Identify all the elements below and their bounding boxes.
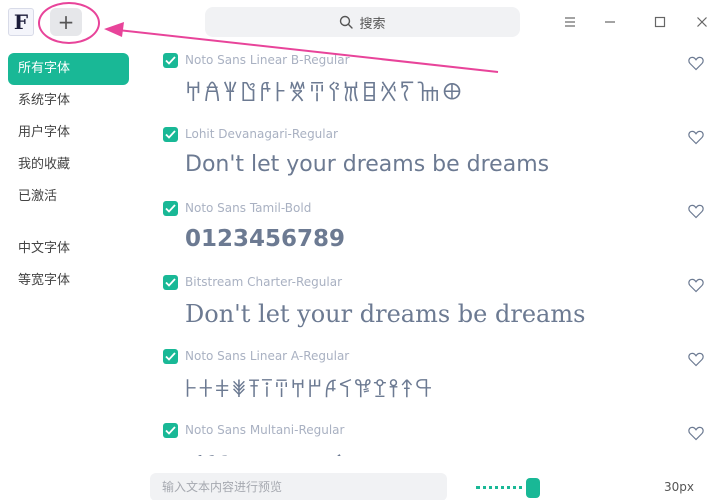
heart-icon[interactable] xyxy=(688,352,704,368)
heart-icon[interactable] xyxy=(688,130,704,146)
heart-icon[interactable] xyxy=(688,278,704,294)
hamburger-menu-icon[interactable] xyxy=(560,12,580,32)
list-item[interactable]: Noto Sans Linear A-Regular 𐘀𐘁𐘂𐘃𐘄𐘅𐘆𐘇𐘈𐘉𐘊𐘋𐘌… xyxy=(140,346,724,420)
font-preview: Don't let your dreams be dreams xyxy=(185,152,550,177)
font-list: Noto Sans Linear B-Regular 𐀀𐀁𐀂𐀃𐀄𐀅𐀆𐀇𐀈𐀉𐀊𐀋𐀍… xyxy=(140,44,724,456)
font-preview: 𐀀𐀁𐀂𐀃𐀄𐀅𐀆𐀇𐀈𐀉𐀊𐀋𐀍𐀎𐀏 xyxy=(185,79,464,107)
preview-text-input[interactable] xyxy=(150,473,447,500)
font-preview: Don't let your dreams be dreams xyxy=(185,300,586,328)
list-item[interactable]: Lohit Devanagari-Regular Don't let your … xyxy=(140,124,724,198)
checkbox-checked-icon[interactable] xyxy=(163,201,178,216)
search-input[interactable]: 搜索 xyxy=(205,7,520,37)
sidebar-item-favorites[interactable]: 我的收藏 xyxy=(8,149,129,181)
search-icon xyxy=(340,15,354,29)
list-item[interactable]: Bitstream Charter-Regular Don't let your… xyxy=(140,272,724,346)
list-item[interactable]: Noto Sans Tamil-Bold 0123456789 xyxy=(140,198,724,272)
list-item[interactable]: Noto Sans Multani-Regular 𑊀𑊁𑊂𑊃𑊄𑊅𑊆𑊈𑊊𑊋𑊌𑊍 xyxy=(140,420,724,456)
app-logo-icon: F xyxy=(8,8,34,36)
sidebar-item-monospace-fonts[interactable]: 等宽字体 xyxy=(8,265,129,297)
close-icon[interactable] xyxy=(692,12,712,32)
bottom-bar: 30px xyxy=(0,456,724,500)
title-bar: F + 搜索 xyxy=(0,0,724,44)
font-name: Noto Sans Linear B-Regular xyxy=(185,53,350,67)
font-preview: 0123456789 xyxy=(185,226,346,252)
search-placeholder: 搜索 xyxy=(359,16,386,32)
font-preview: 𐘀𐘁𐘂𐘃𐘄𐘅𐘆𐘇𐘈𐘉𐘊𐘋𐘌𐘍𐘎𐘏 xyxy=(185,378,435,403)
font-size-slider[interactable] xyxy=(476,478,550,498)
heart-icon[interactable] xyxy=(688,56,704,72)
checkbox-checked-icon[interactable] xyxy=(163,423,178,438)
font-name: Bitstream Charter-Regular xyxy=(185,275,343,289)
font-preview: 𑊀𑊁𑊂𑊃𑊄𑊅𑊆𑊈𑊊𑊋𑊌𑊍 xyxy=(185,448,390,456)
slider-handle[interactable] xyxy=(526,478,540,498)
sidebar-item-all-fonts[interactable]: 所有字体 xyxy=(8,53,129,85)
checkbox-checked-icon[interactable] xyxy=(163,53,178,68)
maximize-icon[interactable] xyxy=(650,12,670,32)
font-name: Noto Sans Tamil-Bold xyxy=(185,201,312,215)
font-manager-window: F + 搜索 所有字体 系统字体 用户字体 我的收藏 已激活 中文字体 等宽字体… xyxy=(0,0,724,500)
heart-icon[interactable] xyxy=(688,204,704,220)
sidebar-item-chinese-fonts[interactable]: 中文字体 xyxy=(8,233,129,265)
slider-track xyxy=(476,486,530,489)
list-item[interactable]: Noto Sans Linear B-Regular 𐀀𐀁𐀂𐀃𐀄𐀅𐀆𐀇𐀈𐀉𐀊𐀋𐀍… xyxy=(140,50,724,124)
font-size-label: 30px xyxy=(664,480,694,494)
sidebar: 所有字体 系统字体 用户字体 我的收藏 已激活 中文字体 等宽字体 xyxy=(0,44,140,500)
sidebar-item-user-fonts[interactable]: 用户字体 xyxy=(8,117,129,149)
sidebar-item-activated[interactable]: 已激活 xyxy=(8,181,129,213)
minimize-icon[interactable] xyxy=(600,12,620,32)
font-name: Noto Sans Multani-Regular xyxy=(185,423,345,437)
heart-icon[interactable] xyxy=(688,426,704,442)
font-name: Lohit Devanagari-Regular xyxy=(185,127,338,141)
annotation-highlight-ring xyxy=(38,2,100,44)
font-name: Noto Sans Linear A-Regular xyxy=(185,349,350,363)
checkbox-checked-icon[interactable] xyxy=(163,275,178,290)
checkbox-checked-icon[interactable] xyxy=(163,127,178,142)
checkbox-checked-icon[interactable] xyxy=(163,349,178,364)
sidebar-item-system-fonts[interactable]: 系统字体 xyxy=(8,85,129,117)
